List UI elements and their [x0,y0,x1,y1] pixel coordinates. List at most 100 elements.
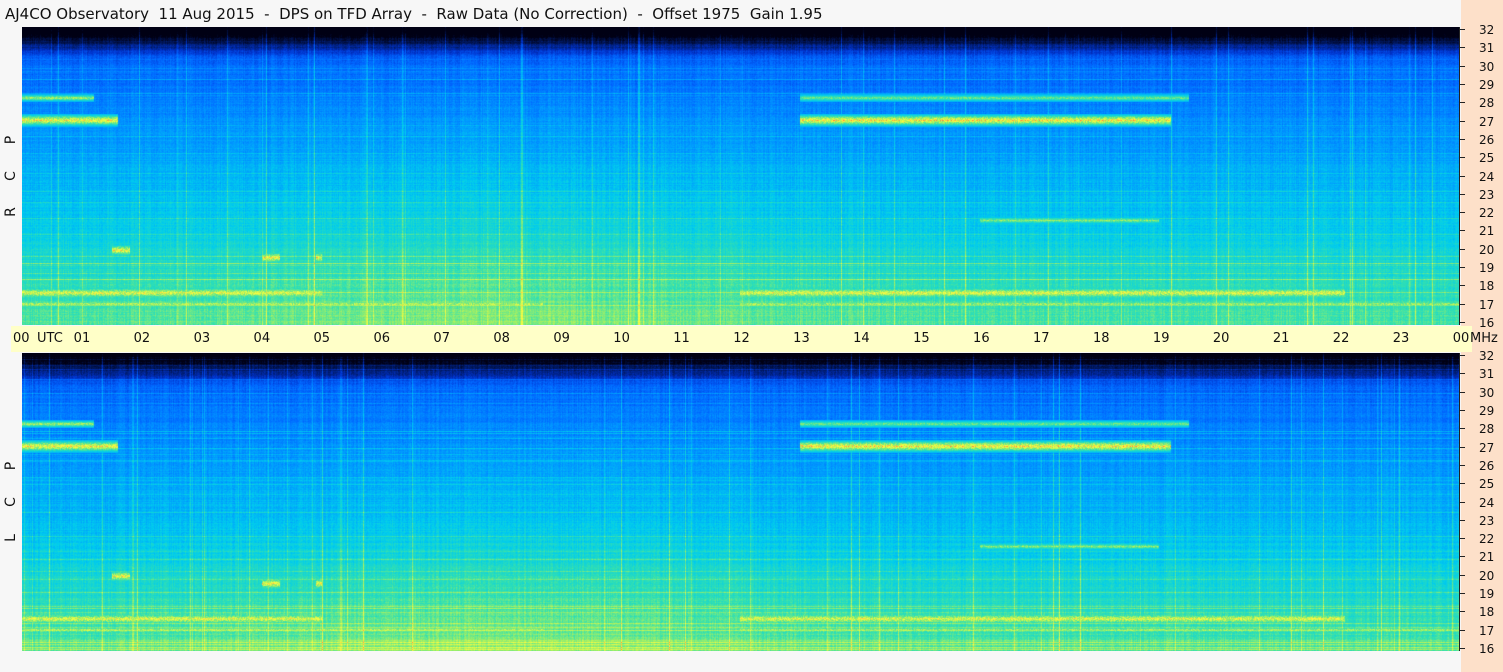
lcp-letter-l: P [2,461,19,471]
freq-tick-mark [1459,629,1465,631]
freq-tick-label: 31 [1479,367,1495,382]
lcp-freq-tick-18: 18 [1459,605,1503,619]
freq-tick-mark [1459,519,1465,521]
freq-tick-label: 31 [1479,41,1495,56]
freq-tick-label: 17 [1479,297,1495,312]
rcp-freq-tick-23: 23 [1459,188,1503,202]
utc-tick-21: 21 [1272,331,1290,346]
utc-tick-16: 16 [973,331,990,346]
freq-tick-label: 32 [1479,349,1495,363]
freq-tick-label: 28 [1479,422,1495,437]
freq-tick-label: 24 [1479,495,1495,510]
lcp-label: P C L [0,459,22,545]
freq-tick-label: 30 [1479,385,1495,400]
lcp-freq-tick-31: 31 [1459,367,1503,381]
rcp-frequency-axis: 32 31 30 29 28 27 26 25 24 23 22 21 20 19 18 17 16 [1459,23,1503,330]
utc-tick-19: 19 [1152,331,1170,346]
freq-tick-label: 20 [1479,242,1495,257]
lcp-freq-tick-27: 27 [1459,441,1503,455]
lcp-freq-tick-32: 32 [1459,349,1503,363]
rcp-spectrogram-canvas [22,27,1459,325]
utc-tick-14: 14 [853,331,870,346]
freq-tick-mark [1459,391,1465,393]
rcp-freq-tick-18: 18 [1459,279,1503,293]
freq-tick-mark [1459,556,1465,558]
freq-tick-mark [1459,409,1465,411]
freq-tick-label: 32 [1479,23,1495,37]
freq-tick-label: 24 [1479,169,1495,184]
freq-tick-label: 19 [1479,587,1495,602]
rcp-freq-tick-19: 19 [1459,261,1503,275]
utc-tick-15: 15 [913,331,930,346]
freq-tick-mark [1459,501,1465,503]
utc-tick-18: 18 [1092,331,1110,346]
freq-tick-label: 28 [1479,96,1495,111]
utc-tick-8: 08 [493,331,510,346]
utc-tick-2: 02 [133,331,151,346]
freq-tick-mark [1459,285,1465,287]
freq-tick-label: 19 [1479,261,1495,276]
lcp-letter-p: L [3,534,19,542]
freq-tick-label: 17 [1479,623,1495,638]
freq-tick-mark [1459,322,1465,323]
lcp-freq-tick-20: 20 [1459,569,1503,583]
freq-tick-mark [1459,428,1465,430]
freq-tick-mark [1459,47,1465,49]
lcp-freq-tick-23: 23 [1459,514,1503,528]
rcp-spectrogram [22,27,1459,325]
utc-tick-9: 09 [553,331,570,346]
freq-tick-label: 22 [1479,206,1495,221]
lcp-freq-tick-16: 16 [1459,642,1503,656]
freq-tick-mark [1459,175,1465,177]
freq-tick-label: 29 [1479,403,1495,418]
freq-tick-label: 30 [1479,59,1495,74]
freq-tick-label: 16 [1479,316,1495,330]
utc-tick-1: 01 [73,331,91,346]
lcp-freq-tick-26: 26 [1459,459,1503,473]
utc-tick-12: 12 [733,331,750,346]
utc-tick-20: 20 [1212,331,1230,346]
rcp-freq-tick-21: 21 [1459,224,1503,238]
utc-tick-7: 07 [433,331,450,346]
lcp-freq-tick-17: 17 [1459,624,1503,638]
freq-tick-mark [1459,83,1465,85]
freq-tick-mark [1459,355,1465,356]
freq-tick-mark [1459,157,1465,159]
utc-label: UTC [37,331,63,346]
freq-tick-mark [1459,102,1465,104]
lcp-freq-tick-25: 25 [1459,477,1503,491]
freq-tick-label: 20 [1479,568,1495,583]
lcp-freq-tick-30: 30 [1459,386,1503,400]
freq-tick-label: 18 [1479,279,1495,294]
rcp-label: P C R [0,133,22,219]
freq-tick-mark [1459,446,1465,448]
freq-tick-mark [1459,593,1465,595]
utc-tick-10: 10 [613,331,630,346]
utc-tick-6: 06 [373,331,391,346]
utc-tick-23: 23 [1392,331,1410,346]
rcp-freq-tick-24: 24 [1459,170,1503,184]
freq-tick-mark [1459,138,1465,140]
utc-time-axis: 00 01 02 03 04 05 06 07 08 09 10 11 12 13 14 15 16 17 18 19… [11,326,1498,352]
freq-tick-label: 23 [1479,513,1495,528]
freq-tick-label: 26 [1479,458,1495,473]
freq-tick-label: 21 [1479,224,1495,239]
rcp-freq-tick-16: 16 [1459,316,1503,330]
lcp-letter-c: C [3,497,19,507]
utc-tick-13: 13 [793,331,810,346]
freq-tick-mark [1459,373,1465,375]
freq-tick-mark [1459,65,1465,67]
lcp-freq-tick-24: 24 [1459,496,1503,510]
lcp-spectrogram-canvas [22,353,1459,651]
rcp-letter-c: C [3,171,19,181]
lcp-freq-tick-19: 19 [1459,587,1503,601]
rcp-letter-p: R [2,207,19,217]
freq-tick-mark [1459,574,1465,576]
freq-tick-label: 16 [1479,642,1495,656]
freq-tick-mark [1459,611,1465,613]
freq-tick-label: 23 [1479,187,1495,202]
freq-tick-mark [1459,230,1465,232]
utc-tick-5: 05 [313,331,331,346]
rcp-freq-tick-28: 28 [1459,96,1503,110]
rcp-freq-tick-25: 25 [1459,151,1503,165]
